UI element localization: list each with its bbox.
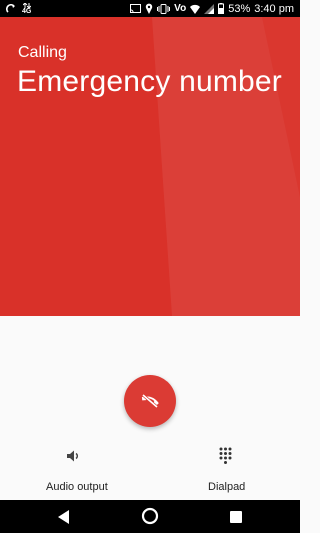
battery-icon	[218, 1, 225, 16]
audio-output-label[interactable]: Audio output	[46, 481, 108, 493]
clock: 3:40 pm	[254, 2, 294, 15]
dialpad-button[interactable]	[213, 444, 237, 468]
navigation-bar	[0, 500, 300, 533]
home-button[interactable]	[139, 505, 161, 527]
location-icon	[145, 1, 153, 16]
dialpad-label[interactable]: Dialpad	[208, 481, 245, 493]
network-type-indicator: 4G	[22, 2, 31, 15]
call-status-text: Calling	[18, 44, 67, 61]
audio-output-button[interactable]	[62, 446, 86, 466]
home-icon	[141, 507, 159, 525]
wifi-icon	[190, 1, 201, 16]
end-call-icon	[141, 393, 159, 409]
signal-icon	[204, 1, 215, 16]
dialpad-icon	[219, 447, 231, 464]
vibrate-icon	[157, 1, 171, 16]
back-icon	[58, 510, 69, 524]
back-button[interactable]	[54, 507, 74, 527]
cast-icon	[130, 1, 142, 16]
recents-icon	[230, 511, 242, 523]
recents-button[interactable]	[226, 507, 246, 527]
battery-percent: 53%	[228, 2, 251, 15]
volte-icon: Vo	[174, 3, 187, 14]
callee-name: Emergency number	[17, 65, 282, 98]
speaker-icon	[67, 450, 78, 462]
call-header: Calling Emergency number	[0, 17, 300, 316]
end-call-button[interactable]	[124, 375, 176, 427]
status-bar: 4G Vo 53% 3:40 pm	[0, 0, 300, 17]
data-sync-icon	[6, 1, 16, 16]
